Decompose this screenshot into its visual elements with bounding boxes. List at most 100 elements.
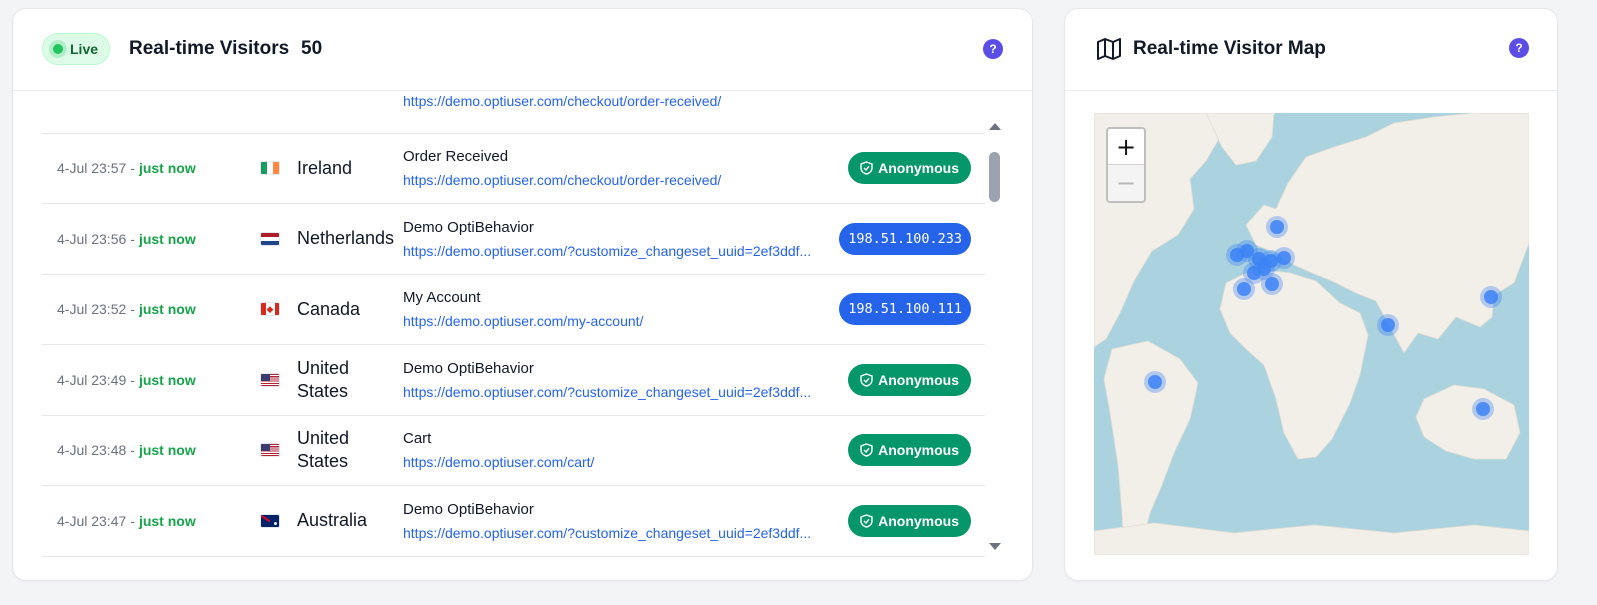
table-row[interactable]: 4-Jul 23:49- just now United States Demo Op… xyxy=(42,345,985,416)
country-name: United States xyxy=(297,428,350,472)
map-title: Real-time Visitor Map xyxy=(1133,38,1326,59)
visitor-badge: Anonymous xyxy=(848,416,971,486)
country-name: Canada xyxy=(297,298,361,319)
visitor-marker[interactable] xyxy=(1265,277,1279,291)
scroll-down-arrow-icon[interactable] xyxy=(988,542,1002,552)
page-url-link[interactable]: https://demo.optiuser.com/checkout/order… xyxy=(403,93,837,109)
page-title: Demo OptiBehavior xyxy=(403,359,534,377)
table-row[interactable]: 4-Jul 23:48- just now United States Cart htt… xyxy=(42,416,985,486)
page-title: Cart xyxy=(403,430,432,448)
ip-badge[interactable]: 198.51.100.233 xyxy=(839,222,971,255)
zoom-in-button[interactable]: + xyxy=(1108,129,1144,165)
time-separator: - xyxy=(130,512,135,529)
visited-page: Cart https://demo.optiuser.com/cart/ xyxy=(403,416,837,486)
badge-label: Anonymous xyxy=(878,371,959,388)
flag-ie-icon xyxy=(260,161,280,176)
shield-check-icon xyxy=(860,161,873,175)
page-title: Order Received xyxy=(403,148,509,166)
country-name: Netherlands xyxy=(297,228,395,249)
country-name: Ireland xyxy=(297,157,353,178)
page-title: Demo OptiBehavior xyxy=(403,218,534,236)
visit-ago: just now xyxy=(138,512,196,529)
table-row[interactable]: 4-Jul 23:52- just now ◆ Canada My Account htt… xyxy=(42,275,985,345)
scroll-up-arrow-icon[interactable] xyxy=(988,121,1002,131)
page-url-link[interactable]: https://demo.optiuser.com/?customize_cha… xyxy=(403,384,837,400)
page-url-link[interactable]: https://demo.optiuser.com/?customize_cha… xyxy=(403,525,837,541)
table-row[interactable]: 4-Jul 23:47- just now Australia Demo OptiBe… xyxy=(42,486,985,557)
page-title: My Account xyxy=(403,289,481,307)
visitor-marker[interactable] xyxy=(1270,220,1284,234)
ip-badge[interactable]: 198.51.100.111 xyxy=(839,293,971,326)
shield-check-icon xyxy=(860,514,873,528)
visitor-marker[interactable] xyxy=(1148,375,1162,389)
live-dot-icon xyxy=(53,44,63,54)
badge-label: 198.51.100.111 xyxy=(848,301,962,318)
table-row[interactable]: https://demo.optiuser.com/checkout/order… xyxy=(42,91,985,134)
time-separator: - xyxy=(130,442,135,459)
visitor-country xyxy=(260,91,400,133)
help-icon[interactable]: ? xyxy=(983,39,1003,59)
country-name: Australia xyxy=(297,510,368,531)
visitors-title: Real-time Visitors xyxy=(129,38,290,59)
visitor-country: Ireland xyxy=(260,134,400,204)
australia-land xyxy=(1415,384,1521,460)
anonymous-badge[interactable]: Anonymous xyxy=(848,152,971,185)
time-separator: - xyxy=(130,230,135,247)
visitor-marker[interactable] xyxy=(1476,402,1490,416)
flag-us-icon xyxy=(260,443,280,458)
visit-ago: just now xyxy=(138,442,196,459)
visit-date: 4-Jul 23:48 xyxy=(57,442,127,459)
page-url-link[interactable]: https://demo.optiuser.com/my-account/ xyxy=(403,313,837,329)
page-title: Demo OptiBehavior xyxy=(403,500,534,518)
visitor-list[interactable]: https://demo.optiuser.com/checkout/order… xyxy=(42,91,985,561)
scrollbar-thumb[interactable] xyxy=(989,152,1000,202)
visitor-badge: 198.51.100.111 xyxy=(839,275,971,345)
visitor-marker[interactable] xyxy=(1277,251,1291,265)
table-row[interactable]: 4-Jul 23:57- just now Ireland Order Receive… xyxy=(42,134,985,204)
page-url-link[interactable]: https://demo.optiuser.com/?customize_cha… xyxy=(403,243,837,259)
antarctica-land xyxy=(1094,522,1529,555)
visit-ago: just now xyxy=(138,160,196,177)
anonymous-badge[interactable]: Anonymous xyxy=(848,504,971,537)
time-separator: - xyxy=(130,301,135,318)
visitor-badge: Anonymous xyxy=(848,134,971,204)
visitor-marker[interactable] xyxy=(1247,266,1261,280)
badge-label: Anonymous xyxy=(878,442,959,459)
flag-us-icon xyxy=(260,372,280,387)
visit-date: 4-Jul 23:47 xyxy=(57,512,127,529)
visit-time: 4-Jul 23:52- just now xyxy=(57,275,196,345)
world-map xyxy=(1094,113,1529,555)
visited-page: https://demo.optiuser.com/checkout/order… xyxy=(403,91,837,133)
visitor-map[interactable]: + − xyxy=(1094,113,1529,555)
visited-page: Demo OptiBehavior https://demo.optiuser.c… xyxy=(403,486,837,556)
zoom-out-button[interactable]: − xyxy=(1108,165,1144,201)
visit-time: 4-Jul 23:57- just now xyxy=(57,134,196,204)
anonymous-badge[interactable]: Anonymous xyxy=(848,363,971,396)
visitor-marker[interactable] xyxy=(1381,318,1395,332)
visitor-country: ◆ Canada xyxy=(260,275,400,345)
live-label: Live xyxy=(70,41,99,57)
shield-check-icon xyxy=(860,373,873,387)
visitor-marker[interactable] xyxy=(1237,282,1251,296)
visit-date: 4-Jul 23:52 xyxy=(57,301,127,318)
visitor-marker[interactable] xyxy=(1484,290,1498,304)
table-row[interactable]: 4-Jul 23:56- just now Netherlands Demo Opti… xyxy=(42,204,985,275)
flag-nl-icon xyxy=(260,231,280,246)
page-url-link[interactable]: https://demo.optiuser.com/checkout/order… xyxy=(403,172,837,188)
help-icon[interactable]: ? xyxy=(1509,38,1529,58)
visit-ago: just now xyxy=(138,371,196,388)
visit-date: 4-Jul 23:56 xyxy=(57,230,127,247)
visit-date: 4-Jul 23:49 xyxy=(57,371,127,388)
anonymous-badge[interactable]: Anonymous xyxy=(848,434,971,467)
visit-ago: just now xyxy=(138,230,196,247)
visitor-country: Netherlands xyxy=(260,204,400,274)
visitor-country: United States xyxy=(260,416,400,486)
map-header: Real-time Visitor Map ? xyxy=(1065,9,1557,91)
country-name: United States xyxy=(297,357,350,401)
visitor-country: United States xyxy=(260,345,400,415)
visit-time: 4-Jul 23:49- just now xyxy=(57,345,196,415)
visit-date: 4-Jul 23:57 xyxy=(57,160,127,177)
visited-page: Order Received https://demo.optiuser.com/… xyxy=(403,134,837,204)
visit-time: 4-Jul 23:48- just now xyxy=(57,416,196,486)
page-url-link[interactable]: https://demo.optiuser.com/cart/ xyxy=(403,454,837,470)
